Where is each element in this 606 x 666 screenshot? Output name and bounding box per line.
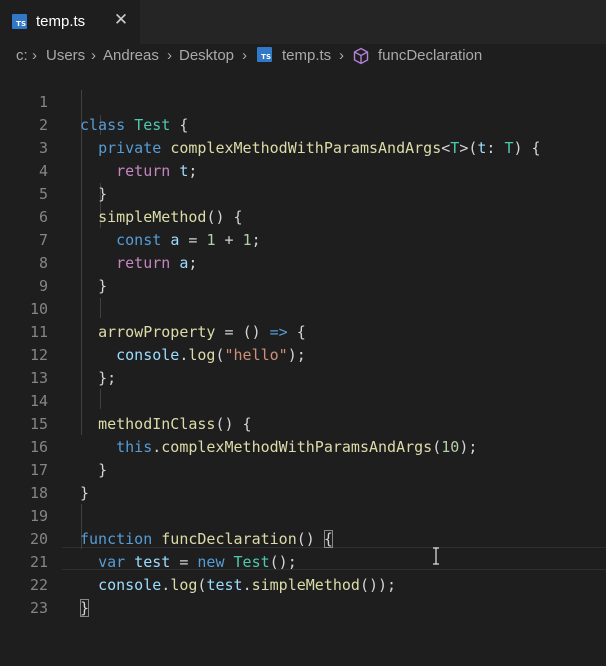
chevron-right-icon: › <box>91 47 96 64</box>
code-line: 19 function funcDeclaration() { <box>0 482 606 548</box>
code-line: 3 return t; <box>0 114 606 180</box>
tab-label: temp.ts <box>36 13 86 30</box>
text-cursor-icon <box>433 547 439 565</box>
typescript-file-icon: TS <box>257 47 272 62</box>
typescript-file-icon: TS <box>12 14 27 29</box>
breadcrumb-item-andreas[interactable]: Andreas <box>103 46 159 66</box>
breadcrumb-item-desktop[interactable]: Desktop <box>179 46 234 66</box>
code-line: 23 <box>0 574 606 617</box>
line-code: } <box>80 599 90 617</box>
code-editor[interactable]: 1 class Test { 2 private complexMethodWi… <box>0 68 606 632</box>
symbol-method-icon <box>352 47 370 65</box>
code-line: 17 } <box>0 436 606 502</box>
chevron-right-icon: › <box>167 47 172 64</box>
breadcrumb: c: › Users › Andreas › Desktop › TS temp… <box>0 44 606 68</box>
chevron-right-icon: › <box>242 47 247 64</box>
code-line: 10 arrowProperty = () => { <box>0 275 606 341</box>
code-line: 14 methodInClass() { <box>0 367 606 433</box>
code-line: 11 console.log("hello"); <box>0 298 606 364</box>
code-line: 4 } <box>0 137 606 203</box>
code-line: 5 simpleMethod() { <box>0 160 606 226</box>
code-line: 7 return a; <box>0 206 606 272</box>
code-line: 16 } <box>0 413 606 479</box>
breadcrumb-item-users[interactable]: Users <box>46 46 85 66</box>
code-line: 8 } <box>0 229 606 295</box>
code-line: 22 } <box>0 551 606 617</box>
code-line: 6 const a = 1 + 1; <box>0 183 606 249</box>
code-line: 9 <box>0 252 606 295</box>
editor-tab-temp-ts[interactable]: TS temp.ts ✕ <box>0 0 140 44</box>
chevron-right-icon: › <box>32 47 37 64</box>
chevron-right-icon: › <box>339 47 344 64</box>
breadcrumb-item-file[interactable]: temp.ts <box>282 46 331 66</box>
code-line: 20 var test = new Test(); <box>0 505 606 571</box>
code-line: 1 class Test { <box>0 68 606 134</box>
code-line: 12 }; <box>0 321 606 387</box>
breadcrumb-item-drive[interactable]: c: <box>16 46 28 66</box>
tab-bar: TS temp.ts ✕ <box>0 0 606 44</box>
code-line: 21 console.log(test.simpleMethod()); <box>0 528 606 594</box>
close-icon[interactable]: ✕ <box>111 9 131 31</box>
code-line: 18 <box>0 459 606 502</box>
code-line: 2 private complexMethodWithParamsAndArgs… <box>0 91 606 157</box>
code-line: 13 <box>0 344 606 387</box>
line-number: 23 <box>29 599 48 617</box>
breadcrumb-item-symbol[interactable]: funcDeclaration <box>378 46 482 66</box>
code-line: 15 this.complexMethodWithParamsAndArgs(1… <box>0 390 606 456</box>
